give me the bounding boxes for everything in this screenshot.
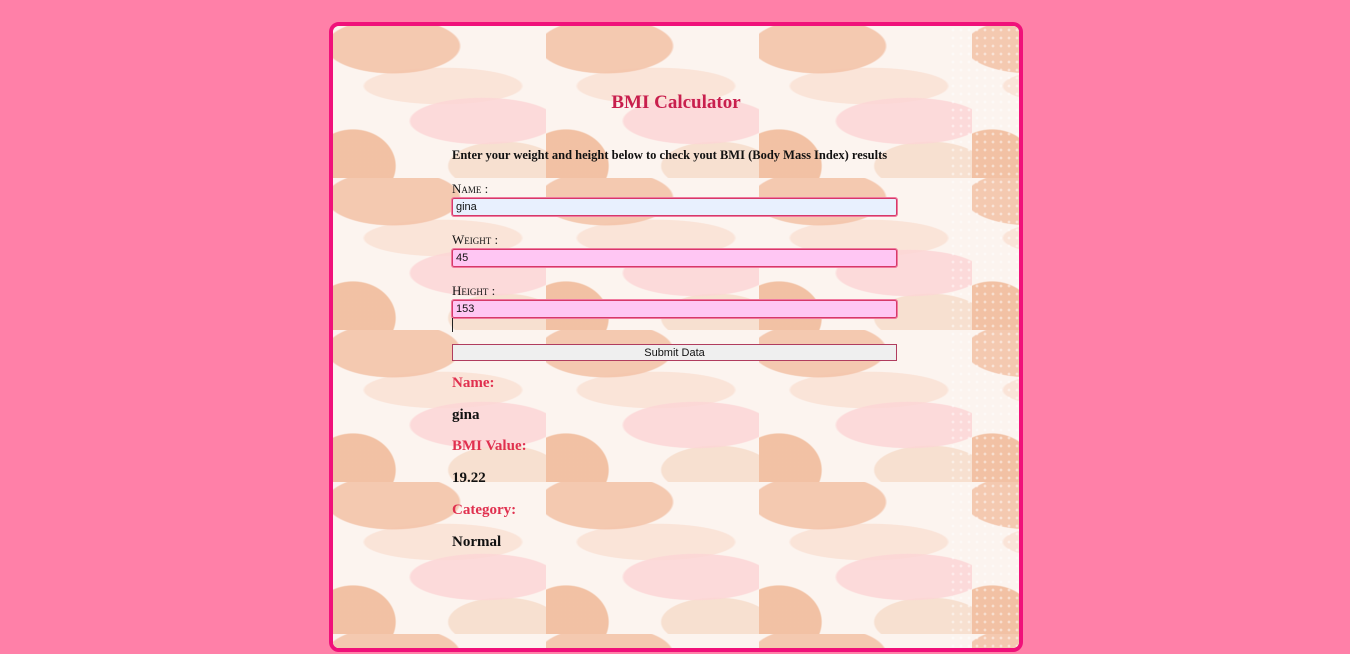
result-bmi-label: BMI Value: [452, 438, 527, 454]
name-label: Name : [452, 181, 489, 196]
result-category-value: Normal [452, 534, 502, 550]
name-input[interactable] [451, 197, 898, 217]
intro-text: Enter your weight and height below to ch… [452, 148, 888, 162]
bmi-card: BMI Calculator Enter your weight and hei… [329, 22, 1023, 652]
submit-button[interactable]: Submit Data [452, 344, 897, 361]
height-label: Height : [452, 283, 496, 298]
card-content: BMI Calculator Enter your weight and hei… [333, 26, 1019, 648]
text-caret [452, 318, 453, 332]
result-name-value: gina [452, 407, 480, 423]
height-input[interactable] [451, 299, 898, 319]
weight-label: Weight : [452, 232, 499, 247]
weight-input[interactable] [451, 248, 898, 268]
page-title: BMI Calculator [611, 92, 741, 113]
result-category-label: Category: [452, 502, 517, 518]
result-name-label: Name: [452, 375, 495, 391]
result-bmi-value: 19.22 [452, 470, 486, 486]
